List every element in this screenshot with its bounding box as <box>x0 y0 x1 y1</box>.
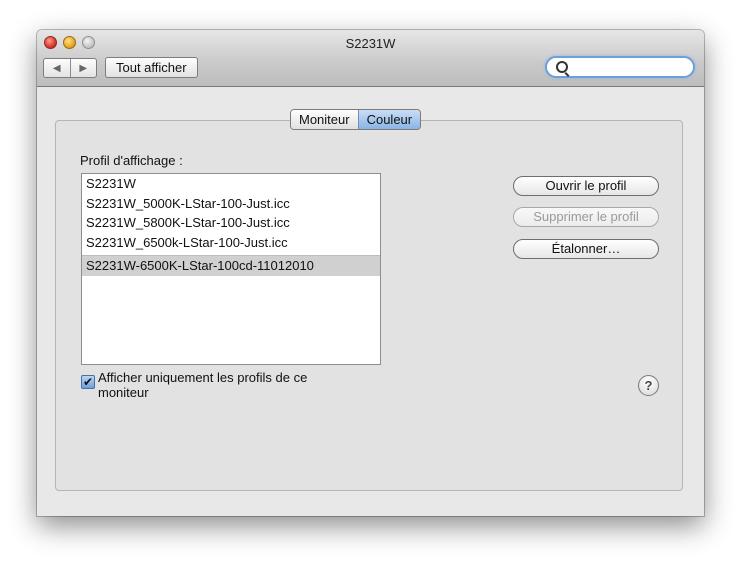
list-item[interactable]: S2231W_6500k-LStar-100-Just.icc <box>82 233 380 253</box>
delete-profile-button[interactable]: Supprimer le profil <box>513 207 659 227</box>
toolbar: S2231W ◀ ▶ Tout afficher <box>37 30 704 87</box>
tab-moniteur[interactable]: Moniteur <box>291 110 358 129</box>
search-input[interactable] <box>571 59 691 77</box>
magnifier-icon <box>556 61 568 73</box>
tab-couleur[interactable]: Couleur <box>357 110 421 129</box>
list-item[interactable]: S2231W_5800K-LStar-100-Just.icc <box>82 213 380 233</box>
list-item[interactable]: S2231W_5000K-LStar-100-Just.icc <box>82 194 380 214</box>
only-this-monitor-label[interactable]: Afficher uniquement les profils de ce mo… <box>98 370 328 400</box>
profile-list[interactable]: S2231W S2231W_5000K-LStar-100-Just.icc S… <box>81 173 381 365</box>
list-item[interactable]: S2231W <box>82 174 380 194</box>
window-title: S2231W <box>345 36 396 51</box>
show-all-button[interactable]: Tout afficher <box>105 57 198 78</box>
display-profile-label: Profil d'affichage : <box>80 153 183 168</box>
only-this-monitor-checkbox[interactable]: ✔ <box>81 375 95 389</box>
back-forward-control: ◀ ▶ <box>43 58 97 78</box>
back-arrow-icon[interactable]: ◀ <box>44 59 70 77</box>
search-field[interactable] <box>545 56 695 78</box>
list-item-selected[interactable]: S2231W-6500K-LStar-100cd-11012010 <box>82 255 380 276</box>
forward-arrow-icon[interactable]: ▶ <box>69 59 97 77</box>
calibrate-button[interactable]: Étalonner… <box>513 239 659 259</box>
open-profile-button[interactable]: Ouvrir le profil <box>513 176 659 196</box>
preferences-window: S2231W ◀ ▶ Tout afficher Moniteur Couleu… <box>37 30 704 516</box>
tab-bar: Moniteur Couleur <box>290 109 422 130</box>
help-icon[interactable]: ? <box>638 375 659 396</box>
